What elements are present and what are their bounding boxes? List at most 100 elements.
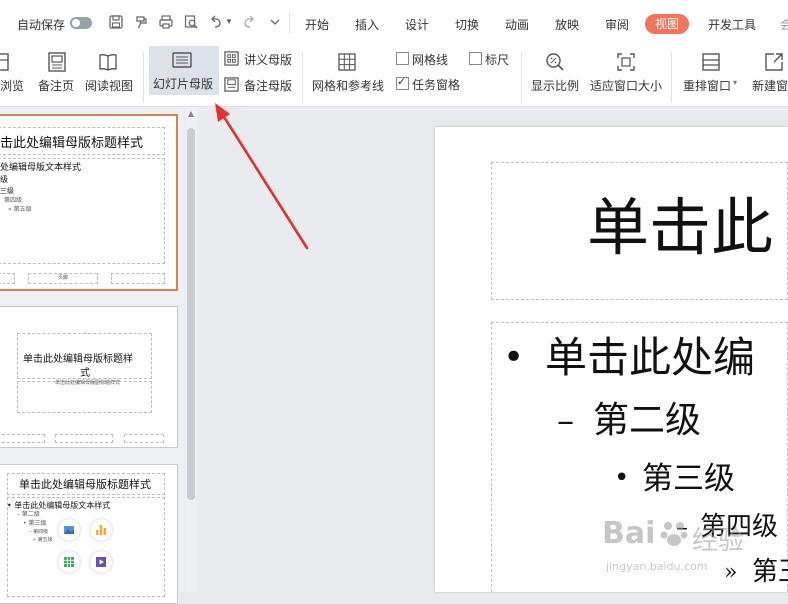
thumbnail-title-layout[interactable]: 单击此处编辑母版标题样 式 单击此处编辑母版副标题样式 bbox=[0, 306, 178, 448]
insert-table-icon[interactable] bbox=[58, 551, 80, 573]
arrange-dropdown-icon[interactable]: ▾ bbox=[733, 78, 737, 87]
arrange-window-icon bbox=[702, 53, 720, 71]
watermark-brand: Bai bbox=[602, 516, 656, 551]
thumb-body-l2: 级 bbox=[0, 175, 8, 184]
fit-window-label: 适应窗口大小 bbox=[590, 79, 663, 93]
new-window-icon bbox=[765, 53, 783, 71]
insert-chart-icon[interactable] bbox=[90, 519, 112, 541]
insert-picture-icon[interactable] bbox=[58, 519, 80, 541]
fit-window-button[interactable]: 适应窗口大小 bbox=[588, 46, 664, 102]
ruler-check[interactable] bbox=[469, 52, 482, 65]
grid-icon bbox=[338, 53, 356, 71]
slide-master-button[interactable]: 幻灯片母版 bbox=[149, 46, 219, 95]
tab-view[interactable]: 视图 bbox=[645, 14, 689, 34]
undo-dropdown-icon[interactable]: ▾ bbox=[224, 14, 234, 30]
body-level3: 第三级 bbox=[642, 461, 735, 497]
normal-view-label: 浏览 bbox=[0, 79, 25, 93]
tab-transitions[interactable]: 切换 bbox=[455, 16, 479, 33]
thumbnail-content-layout[interactable]: 单击此处编辑母版标题样式 • 单击此处编辑母版文本样式 – 第二级 • 第三级 … bbox=[0, 464, 178, 604]
thumb-date-box bbox=[0, 273, 15, 284]
save-icon[interactable] bbox=[108, 14, 124, 30]
handout-master-icon bbox=[224, 51, 239, 66]
ruler-label: 标尺 bbox=[485, 53, 510, 67]
thumb3-body-l1: • 单击此处编辑母版文本样式 bbox=[7, 501, 111, 510]
ruler-checkbox[interactable]: 标尺 bbox=[469, 51, 519, 67]
task-pane-checkbox[interactable]: 任务窗格 bbox=[396, 75, 466, 92]
annotation-arrow-icon bbox=[215, 103, 309, 250]
body-level2: 第二级 bbox=[593, 400, 702, 441]
book-icon bbox=[99, 54, 117, 71]
gridlines-label: 网格线 bbox=[412, 53, 449, 67]
handout-master-label: 讲义母版 bbox=[244, 53, 293, 67]
bullet-level1-icon: • bbox=[503, 337, 525, 378]
grid-guides-button[interactable]: 网格和参考线 bbox=[310, 46, 388, 102]
arrange-window-label: 重排窗口 bbox=[683, 79, 732, 93]
print-icon[interactable] bbox=[158, 14, 174, 30]
autosave-label: 自动保存 bbox=[17, 18, 66, 32]
slide-title: 单击此 bbox=[587, 191, 774, 264]
reading-view-label: 阅读视图 bbox=[85, 79, 134, 93]
thumb3-body-l2: – 第二级 bbox=[17, 511, 40, 518]
thumb-footer: 页脚 bbox=[58, 275, 69, 281]
notes-page-icon bbox=[48, 52, 66, 72]
thumb-number-box bbox=[111, 273, 165, 284]
undo-icon[interactable] bbox=[208, 14, 224, 30]
bullet-level3-icon: • bbox=[614, 463, 630, 493]
thumb-title: 击此处编辑母版标题样式 bbox=[0, 136, 144, 151]
customize-chevron-icon[interactable] bbox=[268, 14, 282, 30]
redo-icon[interactable] bbox=[241, 14, 257, 30]
tab-review[interactable]: 审阅 bbox=[605, 16, 629, 33]
paw-icon bbox=[660, 522, 688, 546]
thumb3-title: 单击此处编辑母版标题样式 bbox=[19, 478, 151, 491]
thumb3-body-l5: » 第五级 bbox=[33, 537, 53, 543]
new-window-button[interactable]: 新建窗口 bbox=[750, 46, 788, 102]
thumb-body-l1: 处编辑母版文本样式 bbox=[0, 163, 82, 173]
tab-developer[interactable]: 开发工具 bbox=[708, 16, 756, 33]
thumb3-body-l4: – 第四级 bbox=[29, 529, 49, 535]
tab-insert[interactable]: 插入 bbox=[355, 16, 379, 33]
tab-animations[interactable]: 动画 bbox=[505, 16, 529, 33]
tab-slideshow[interactable]: 放映 bbox=[555, 16, 579, 33]
notes-master-button[interactable]: 备注母版 bbox=[224, 76, 296, 94]
ribbon-separator bbox=[521, 52, 522, 102]
thumbnail-scroll-handle[interactable] bbox=[187, 128, 195, 500]
zoom-button[interactable]: 显示比例 bbox=[529, 46, 583, 102]
autosave-toggle[interactable] bbox=[70, 17, 92, 29]
watermark-url: jingyan.baidu.com bbox=[606, 560, 708, 573]
thumb3-body-l3: • 第三级 bbox=[23, 520, 47, 527]
tab-design[interactable]: 设计 bbox=[405, 16, 429, 33]
normal-view-button[interactable]: 浏览 bbox=[0, 46, 30, 102]
reading-view-button[interactable]: 阅读视图 bbox=[83, 46, 137, 102]
task-pane-check[interactable] bbox=[396, 75, 409, 90]
baidu-watermark: Bai 经验 jingyan.baidu.com bbox=[596, 506, 786, 586]
notes-page-button[interactable]: 备注页 bbox=[36, 46, 78, 102]
ribbon-separator bbox=[143, 52, 144, 102]
print-preview-icon[interactable] bbox=[183, 14, 199, 30]
thumb-body-l4: 第四级 bbox=[4, 197, 23, 204]
insert-video-icon[interactable] bbox=[90, 551, 112, 573]
arrange-window-button[interactable]: 重排窗口 ▾ bbox=[681, 46, 743, 102]
thumbnail-master[interactable]: 击此处编辑母版标题样式 处编辑母版文本样式 级 三级 第四级 » 第五级 页脚 bbox=[0, 114, 178, 291]
slide-master-label: 幻灯片母版 bbox=[153, 77, 214, 91]
handout-master-button[interactable]: 讲义母版 bbox=[224, 50, 296, 68]
new-window-label: 新建窗口 bbox=[752, 79, 788, 93]
thumb2-number-box bbox=[124, 434, 164, 443]
scroll-up-icon[interactable]: ▲ bbox=[187, 110, 195, 118]
format-painter-icon[interactable] bbox=[133, 14, 149, 30]
gridlines-checkbox[interactable]: 网格线 bbox=[396, 51, 456, 67]
zoom-label: 显示比例 bbox=[531, 79, 580, 93]
bullet-level2-icon: – bbox=[557, 401, 574, 441]
slide-master-icon bbox=[172, 52, 192, 68]
thumb2-subtitle: 单击此处编辑母版副标题样式 bbox=[55, 380, 121, 386]
thumb2-date-box bbox=[0, 434, 45, 443]
gridlines-check[interactable] bbox=[396, 52, 409, 65]
more-tabs-icon[interactable]: 会 bbox=[780, 16, 788, 33]
watermark-brand2: 经验 bbox=[692, 526, 745, 556]
thumb2-title-line1: 单击此处编辑母版标题样 bbox=[23, 354, 133, 365]
ribbon-separator bbox=[671, 52, 672, 102]
thumb2-title-line2: 式 bbox=[80, 368, 90, 379]
grid-guides-label: 网格和参考线 bbox=[312, 79, 385, 93]
menu-bar: 自动保存 ▾ 开始 插入 设计 切换 动画 放映 审阅 视图 开发工具 会 bbox=[0, 0, 788, 46]
fit-window-icon bbox=[617, 53, 635, 71]
tab-home[interactable]: 开始 bbox=[305, 16, 329, 33]
